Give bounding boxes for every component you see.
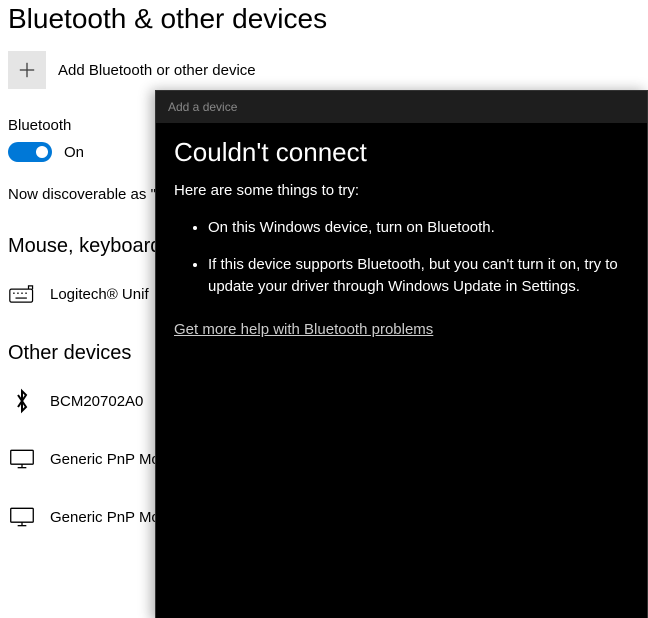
dialog-tip: On this Windows device, turn on Bluetoot… — [208, 217, 629, 240]
add-device-dialog: Add a device Couldn't connect Here are s… — [155, 90, 648, 618]
device-label: BCM20702A0 — [50, 393, 143, 410]
device-label: Logitech® Unif — [50, 286, 149, 303]
page-title: Bluetooth & other devices — [8, 3, 640, 35]
dialog-body: Couldn't connect Here are some things to… — [156, 123, 647, 618]
add-device-label: Add Bluetooth or other device — [58, 62, 256, 79]
plus-icon — [8, 51, 46, 89]
dialog-subheading: Here are some things to try: — [174, 182, 629, 199]
monitor-icon — [8, 503, 36, 531]
dialog-heading: Couldn't connect — [174, 137, 629, 168]
toggle-knob — [36, 146, 48, 158]
dialog-title-bar[interactable]: Add a device — [156, 91, 647, 123]
bluetooth-icon — [8, 387, 36, 415]
help-link[interactable]: Get more help with Bluetooth problems — [174, 321, 433, 338]
dialog-window-title: Add a device — [168, 100, 237, 114]
bluetooth-toggle[interactable] — [8, 142, 52, 162]
add-device-button[interactable]: Add Bluetooth or other device — [8, 51, 640, 89]
dialog-tips-list: On this Windows device, turn on Bluetoot… — [174, 217, 629, 299]
monitor-icon — [8, 445, 36, 473]
settings-page: Bluetooth & other devices Add Bluetooth … — [0, 3, 648, 618]
dialog-tip: If this device supports Bluetooth, but y… — [208, 254, 629, 299]
device-label: Generic PnP Mo — [50, 451, 160, 468]
keyboard-icon — [8, 280, 36, 308]
device-label: Generic PnP Mo — [50, 509, 160, 526]
toggle-state-label: On — [64, 144, 84, 161]
